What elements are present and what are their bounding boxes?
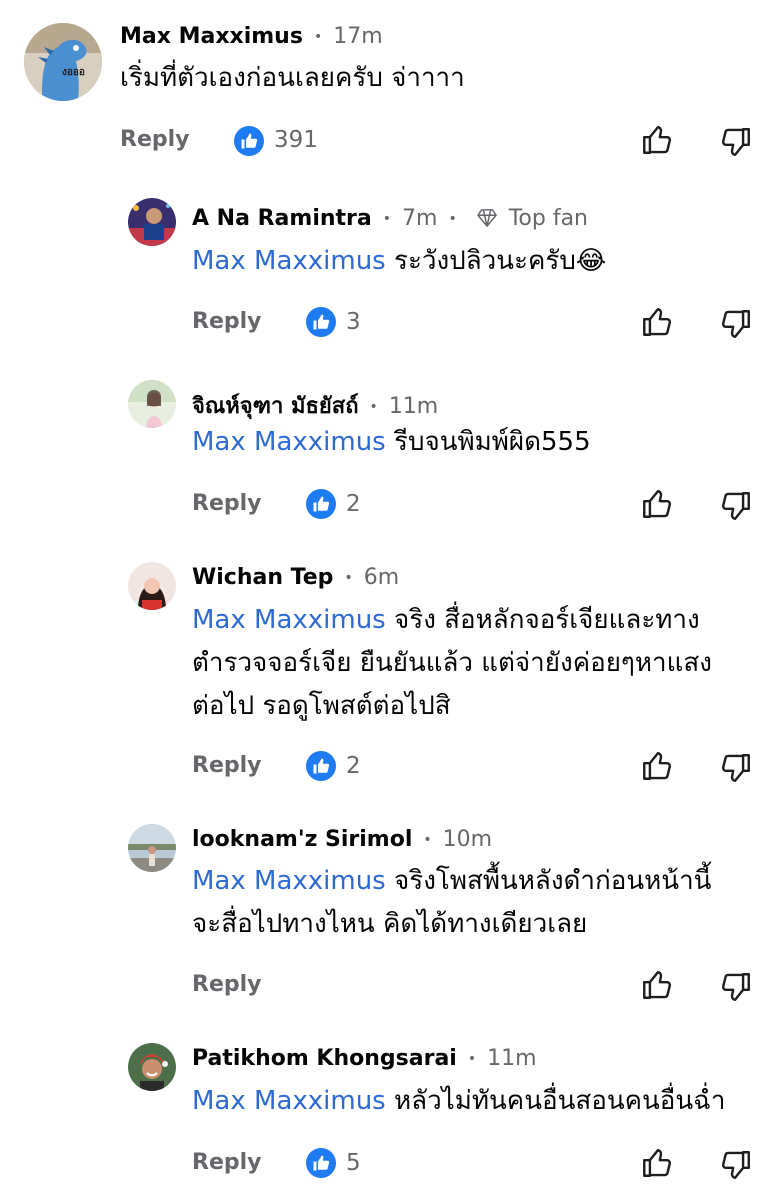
like-count[interactable]: 3 (346, 309, 361, 335)
thumbs-up-badge-icon (306, 1148, 336, 1178)
comment-text: Max Maxximus ระวังปลิวนะครับ😂 (192, 240, 606, 283)
like-count[interactable]: 2 (346, 753, 361, 779)
thumbs-up-outline-icon[interactable] (640, 487, 674, 521)
comment-header: A Na Ramintra • 7m • Top fan (192, 206, 588, 231)
timestamp[interactable]: 17m (333, 24, 382, 49)
comment-actions: Reply (0, 965, 784, 1005)
comment-actions: Reply 2 (0, 746, 784, 786)
avatar[interactable] (128, 198, 176, 246)
avatar[interactable] (128, 562, 176, 610)
mention-link[interactable]: Max Maxximus (192, 427, 386, 457)
reply-button[interactable]: Reply (192, 491, 262, 516)
mention-link[interactable]: Max Maxximus (192, 246, 386, 276)
comment-line: เริ่มที่ตัวเองก่อนเลยครับ จ่าาาา (120, 63, 465, 93)
reply-button[interactable]: Reply (192, 972, 262, 997)
author-name[interactable]: looknam'z Sirimol (192, 827, 412, 852)
comment-header: Wichan Tep • 6m (192, 565, 399, 590)
thumbs-up-badge-icon (306, 751, 336, 781)
thumbs-up-outline-icon[interactable] (640, 123, 674, 157)
person-avatar-image (128, 380, 176, 428)
thumbs-down-outline-icon[interactable] (719, 1148, 753, 1182)
separator-dot: • (423, 832, 432, 848)
separator-dot: • (382, 211, 391, 227)
timestamp[interactable]: 11m (487, 1046, 536, 1071)
like-count[interactable]: 5 (346, 1150, 361, 1176)
comment-actions: Reply 5 (0, 1143, 784, 1183)
thumbs-down-outline-icon[interactable] (719, 970, 753, 1004)
reply-button[interactable]: Reply (120, 127, 190, 152)
avatar[interactable] (128, 824, 176, 872)
reply-button[interactable]: Reply (192, 753, 262, 778)
person-avatar-image (128, 198, 176, 246)
comment-line: จะสื่อไปทางไหน คิดได้ทางเดียวเลย (192, 909, 588, 939)
like-count[interactable]: 2 (346, 491, 361, 517)
thumbs-up-badge-icon (306, 307, 336, 337)
comment-actions: Reply 3 (0, 302, 784, 342)
top-fan-badge: Top fan (508, 206, 588, 231)
thumbs-up-outline-icon[interactable] (640, 305, 674, 339)
author-name[interactable]: A Na Ramintra (192, 206, 372, 231)
comment-text: Max Maxximus หลัวไม่ทันคนอื่นสอนคนอื่นฉ่… (192, 1080, 725, 1123)
comment-line: ตำรวจจอร์เจีย ยืนยันแล้ว แต่จ่ายังค่อยๆห… (192, 648, 712, 678)
author-name[interactable]: Wichan Tep (192, 565, 333, 590)
timestamp[interactable]: 10m (443, 827, 492, 852)
thumbs-down-outline-icon[interactable] (719, 125, 753, 159)
person-avatar-image (128, 562, 176, 610)
dinosaur-toy-avatar-image (24, 23, 102, 101)
comment-text: เริ่มที่ตัวเองก่อนเลยครับ จ่าาาา (120, 57, 465, 100)
avatar[interactable]: งอออ (24, 23, 102, 101)
author-name[interactable]: Max Maxximus (120, 24, 303, 49)
separator-dot: • (448, 211, 457, 227)
mention-link[interactable]: Max Maxximus (192, 1086, 386, 1116)
avatar-caption: งอออ (62, 67, 85, 78)
author-name[interactable]: Patikhom Khongsarai (192, 1046, 457, 1071)
reply-button[interactable]: Reply (192, 1150, 262, 1175)
comment-header: จิณห์จุฑา มัธยัสถ์ • 11m (192, 388, 438, 423)
comment-actions: Reply 391 (0, 121, 784, 161)
person-avatar-image (128, 824, 176, 872)
mention-link[interactable]: Max Maxximus (192, 605, 386, 635)
comment-text: Max Maxximus จริง สื่อหลักจอร์เจียและทาง… (192, 599, 712, 728)
thumbs-up-outline-icon[interactable] (640, 968, 674, 1002)
separator-dot: • (344, 570, 353, 586)
comment-text: Max Maxximus จริงโพสพื้นหลังดำก่อนหน้านี… (192, 860, 711, 946)
like-count[interactable]: 391 (274, 127, 318, 153)
thumbs-up-outline-icon[interactable] (640, 749, 674, 783)
comment-actions: Reply 2 (0, 484, 784, 524)
avatar[interactable] (128, 380, 176, 428)
comment-line: จริง สื่อหลักจอร์เจียและทาง (385, 605, 700, 635)
comment-line: หลัวไม่ทันคนอื่นสอนคนอื่นฉ่ำ (385, 1086, 726, 1116)
comment-line: ระวังปลิวนะครับ😂 (385, 246, 607, 276)
comment-text: Max Maxximus รีบจนพิมพ์ผิด555 (192, 421, 591, 464)
thumbs-up-badge-icon (234, 126, 264, 156)
avatar[interactable] (128, 1043, 176, 1091)
separator-dot: • (467, 1051, 477, 1067)
comment-line: จริงโพสพื้นหลังดำก่อนหน้านี้ (385, 866, 712, 896)
comment-header: looknam'z Sirimol • 10m (192, 827, 492, 852)
timestamp[interactable]: 11m (389, 394, 438, 419)
timestamp[interactable]: 6m (364, 565, 399, 590)
comment-header: Max Maxximus • 17m (120, 24, 383, 49)
comment-header: Patikhom Khongsarai • 11m (192, 1046, 537, 1071)
thumbs-down-outline-icon[interactable] (719, 489, 753, 523)
separator-dot: • (313, 29, 323, 45)
thumbs-down-outline-icon[interactable] (719, 751, 753, 785)
thumbs-down-outline-icon[interactable] (719, 307, 753, 341)
mention-link[interactable]: Max Maxximus (192, 866, 386, 896)
timestamp[interactable]: 7m (402, 206, 437, 231)
author-name[interactable]: จิณห์จุฑา มัธยัสถ์ (192, 394, 359, 419)
reply-button[interactable]: Reply (192, 309, 262, 334)
separator-dot: • (369, 399, 378, 415)
person-avatar-image (128, 1043, 176, 1091)
comment-line: ต่อไป รอดูโพสต์ต่อไปสิ (192, 691, 451, 721)
diamond-icon (476, 209, 497, 227)
thumbs-up-badge-icon (306, 489, 336, 519)
comment-line: รีบจนพิมพ์ผิด555 (385, 427, 591, 457)
thumbs-up-outline-icon[interactable] (640, 1146, 674, 1180)
